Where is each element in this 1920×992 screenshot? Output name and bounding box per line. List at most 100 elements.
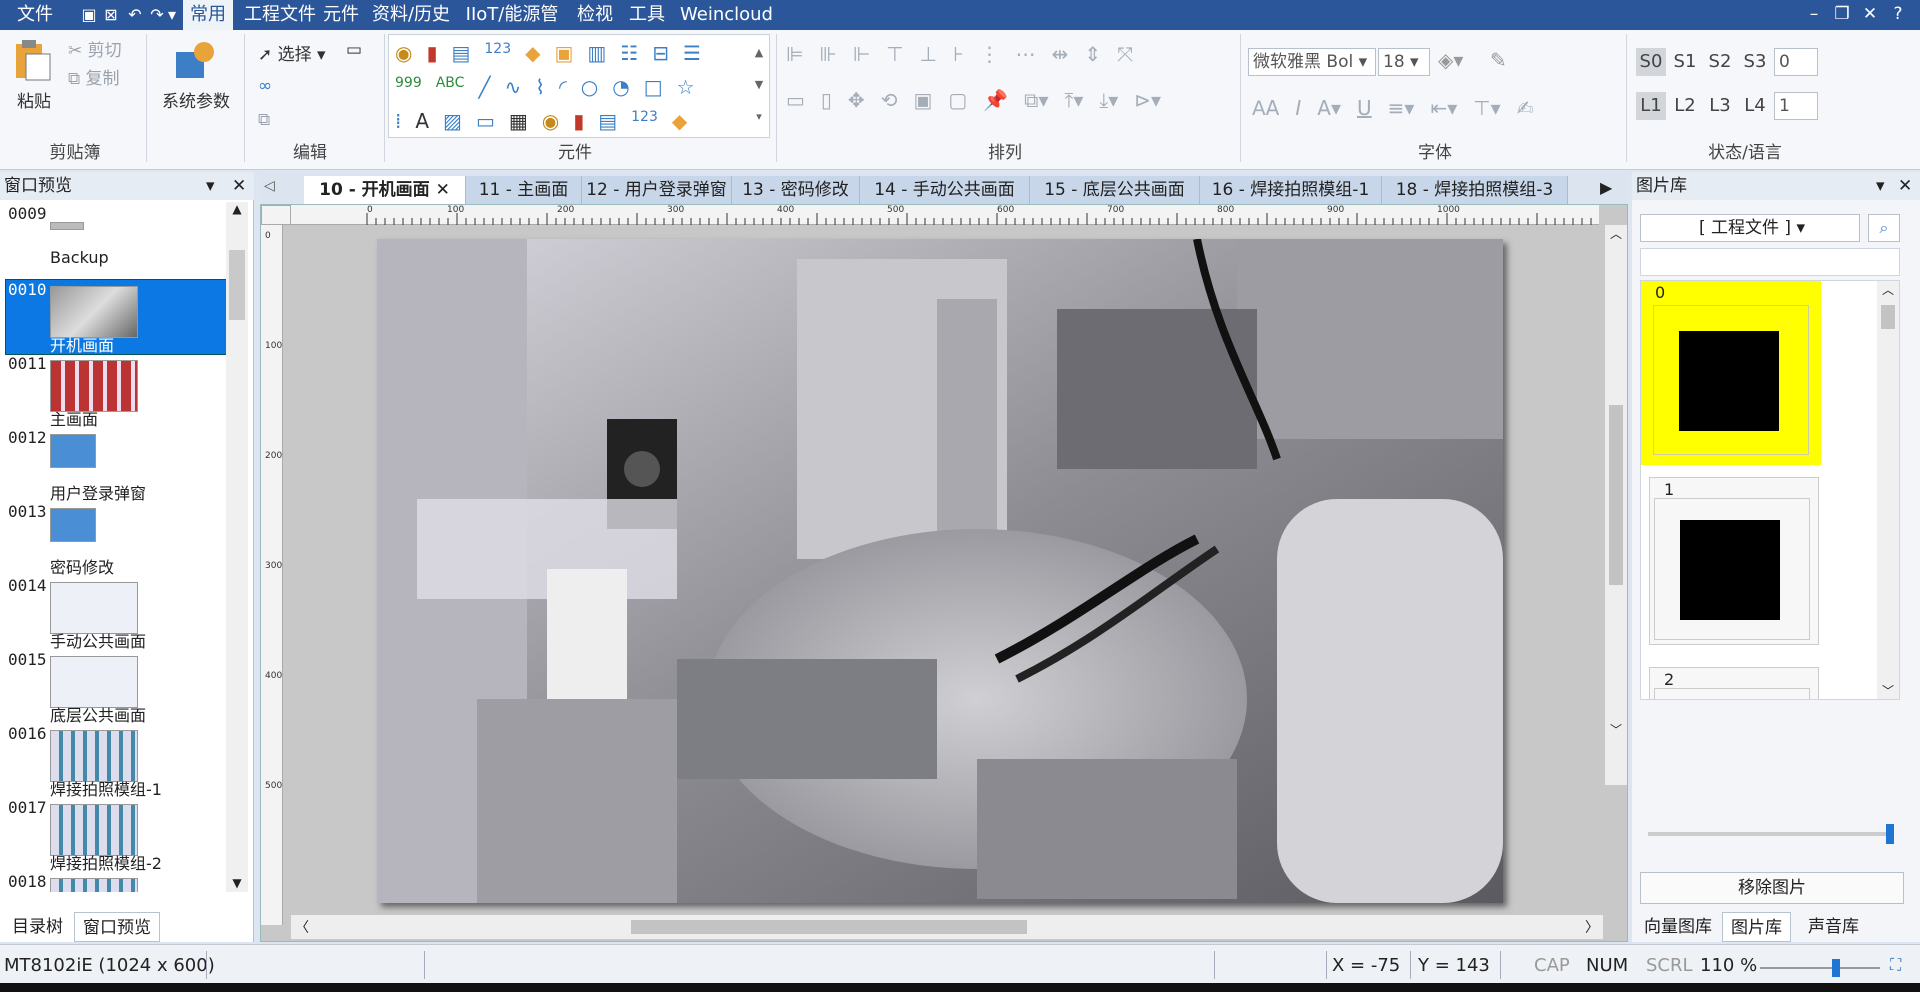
text-effect-icon[interactable]: ✍	[1517, 96, 1534, 120]
distribute-v-icon[interactable]: ⋯	[1016, 42, 1036, 66]
align-right-icon[interactable]: ⊩	[853, 42, 870, 66]
list-item[interactable]: 0016 焊接拍照模组-1	[6, 724, 226, 799]
indent-icon[interactable]: ⇤▾	[1430, 96, 1457, 120]
scroll-right-icon[interactable]: 〉	[1585, 917, 1599, 937]
multi-state-lamp-icon[interactable]: ▮	[426, 41, 437, 65]
align-text-icon[interactable]: ≡▾	[1388, 96, 1415, 120]
circle-icon[interactable]: ○	[581, 75, 598, 99]
scroll-thumb[interactable]	[1609, 405, 1623, 585]
send-back-icon[interactable]: ⤓▾	[1099, 88, 1118, 112]
slider-icon[interactable]: ⊟	[652, 41, 669, 65]
menu-iiot[interactable]: IIoT/能源管理	[462, 0, 562, 55]
fill-color-icon[interactable]: ◈▾	[1438, 48, 1463, 72]
save-icon[interactable]: ▣	[78, 4, 100, 26]
restore-icon[interactable]: ❐	[1830, 2, 1854, 26]
tab-sound-library[interactable]: 声音库	[1800, 912, 1867, 942]
line-icon[interactable]: ╱	[478, 75, 490, 99]
tab-window-14[interactable]: 14 - 手动公共画面	[860, 176, 1030, 204]
space-h-icon[interactable]: ⇹	[1052, 42, 1069, 66]
scroll-up-icon[interactable]: ︿	[1877, 281, 1899, 298]
remove-picture-button[interactable]: 移除图片	[1640, 872, 1904, 904]
dropdown-icon[interactable]: ▾	[1876, 172, 1885, 200]
signal-lamp-icon[interactable]: ▮	[573, 109, 584, 133]
scroll-up-icon[interactable]: ︿	[1605, 225, 1627, 242]
close-panel-icon[interactable]: ✕	[232, 172, 246, 200]
help-icon[interactable]: ?	[1886, 2, 1910, 26]
lang-l3-button[interactable]: L3	[1705, 92, 1735, 120]
tab-window-16[interactable]: 16 - 焊接拍照模组-1	[1200, 176, 1382, 204]
rotate-icon[interactable]: ⟲	[881, 88, 898, 112]
preview-scrollbar[interactable]: ▲ ▼	[226, 202, 248, 892]
pin-icon[interactable]: 📌	[983, 88, 1008, 112]
center-icon[interactable]: ✥	[848, 88, 865, 112]
numeric-input-icon[interactable]: 123	[631, 109, 658, 133]
font-grow-icon[interactable]: ꓮA	[1252, 96, 1279, 120]
library-source-select[interactable]: [ 工程文件 ] ▾	[1640, 214, 1860, 242]
filter-input[interactable]	[1640, 248, 1900, 276]
menu-tools[interactable]: 工具	[626, 0, 668, 30]
list-item-selected[interactable]: 0010 开机画面	[5, 279, 226, 355]
bit-switch-icon[interactable]: ▤	[451, 41, 470, 65]
menu-common[interactable]: 常用	[183, 0, 233, 30]
bring-front-icon[interactable]: ⤒▾	[1065, 88, 1084, 112]
fit-screen-icon[interactable]: ⛶	[1890, 955, 1901, 975]
picture-item[interactable]: 1	[1649, 477, 1819, 645]
scroll-thumb[interactable]	[229, 250, 245, 320]
picture-item[interactable]: 2	[1649, 667, 1819, 699]
tab-directory-tree[interactable]: 目录树	[4, 912, 71, 942]
scroll-down-icon[interactable]: ﹀	[1877, 682, 1899, 699]
distribute-h-icon[interactable]: ⋮	[980, 42, 1000, 66]
grid-icon[interactable]: ▦	[509, 109, 528, 133]
state-spinner[interactable]: 0	[1774, 48, 1818, 76]
menu-view[interactable]: 检视	[574, 0, 616, 30]
tab-window-11[interactable]: 11 - 主画面	[466, 176, 582, 204]
text-top-icon[interactable]: ⊤▾	[1473, 96, 1500, 120]
arc-icon[interactable]: ◜	[559, 75, 567, 99]
hmi-screen-image[interactable]	[377, 239, 1503, 903]
underline-icon[interactable]: U	[1357, 96, 1372, 120]
align-center-icon[interactable]: ⊪	[819, 42, 836, 66]
format-painter-icon[interactable]: ✎	[1490, 48, 1507, 72]
scroll-down-icon[interactable]: ﹀	[1605, 721, 1627, 741]
star-icon[interactable]: ☆	[677, 75, 695, 99]
select-button[interactable]: ➚ 选择 ▾	[258, 40, 326, 65]
minimize-icon[interactable]: –	[1802, 2, 1826, 26]
frame-icon[interactable]: ▭	[476, 109, 495, 133]
tab-window-12[interactable]: 12 - 用户登录弹窗	[582, 176, 732, 204]
list-icon[interactable]: ☰	[683, 41, 701, 65]
menu-file[interactable]: 文件	[10, 0, 60, 30]
lang-l4-button[interactable]: L4	[1740, 92, 1770, 120]
poly-icon[interactable]: ⌇	[535, 75, 545, 99]
scroll-thumb[interactable]	[1881, 305, 1895, 329]
tab-window-18[interactable]: 18 - 焊接拍照模组-3	[1382, 176, 1568, 204]
lamp-icon[interactable]: ◉	[542, 109, 559, 133]
tabs-right-icon[interactable]: ▶	[1600, 178, 1612, 197]
slider-handle[interactable]	[1886, 824, 1894, 844]
scroll-down-icon[interactable]: ▼	[226, 876, 248, 890]
ungroup-icon[interactable]: ▢	[948, 88, 967, 112]
table-icon[interactable]: ☷	[620, 41, 638, 65]
space-v-icon[interactable]: ⇕	[1084, 42, 1101, 66]
scroll-up-icon[interactable]: ▲	[226, 202, 248, 216]
list-item[interactable]: 0013 密码修改	[6, 502, 226, 577]
scroll-left-icon[interactable]: 〈	[295, 917, 309, 937]
state-s2-button[interactable]: S2	[1705, 48, 1735, 76]
zoom-slider[interactable]	[1760, 959, 1880, 977]
system-params-button[interactable]: 系统参数	[156, 38, 236, 112]
list-item[interactable]: 0015 底层公共画面	[6, 650, 226, 725]
thumbnail-size-slider[interactable]	[1648, 824, 1894, 844]
tab-window-15[interactable]: 15 - 底层公共画面	[1030, 176, 1200, 204]
list-item[interactable]: 0017 焊接拍照模组-2	[6, 798, 226, 873]
close-panel-icon[interactable]: ✕	[1898, 172, 1912, 200]
window-icon[interactable]: ▥	[587, 41, 606, 65]
canvas-horizontal-scrollbar[interactable]: 〈 〉	[291, 915, 1603, 939]
list-item[interactable]: 0009 Backup	[6, 204, 226, 278]
picture-icon[interactable]: ▨	[443, 109, 462, 133]
close-file-icon[interactable]: ⊠	[100, 4, 122, 26]
menu-data-history[interactable]: 资料/历史	[370, 0, 452, 30]
quick-access-dropdown-icon[interactable]: ▾	[166, 4, 178, 26]
polyline-icon[interactable]: ∿	[505, 75, 522, 99]
layer-icon[interactable]: ⧉▾	[1024, 88, 1048, 112]
list-item[interactable]: 0011 主画面	[6, 354, 226, 429]
state-s0-button[interactable]: S0	[1636, 48, 1666, 76]
